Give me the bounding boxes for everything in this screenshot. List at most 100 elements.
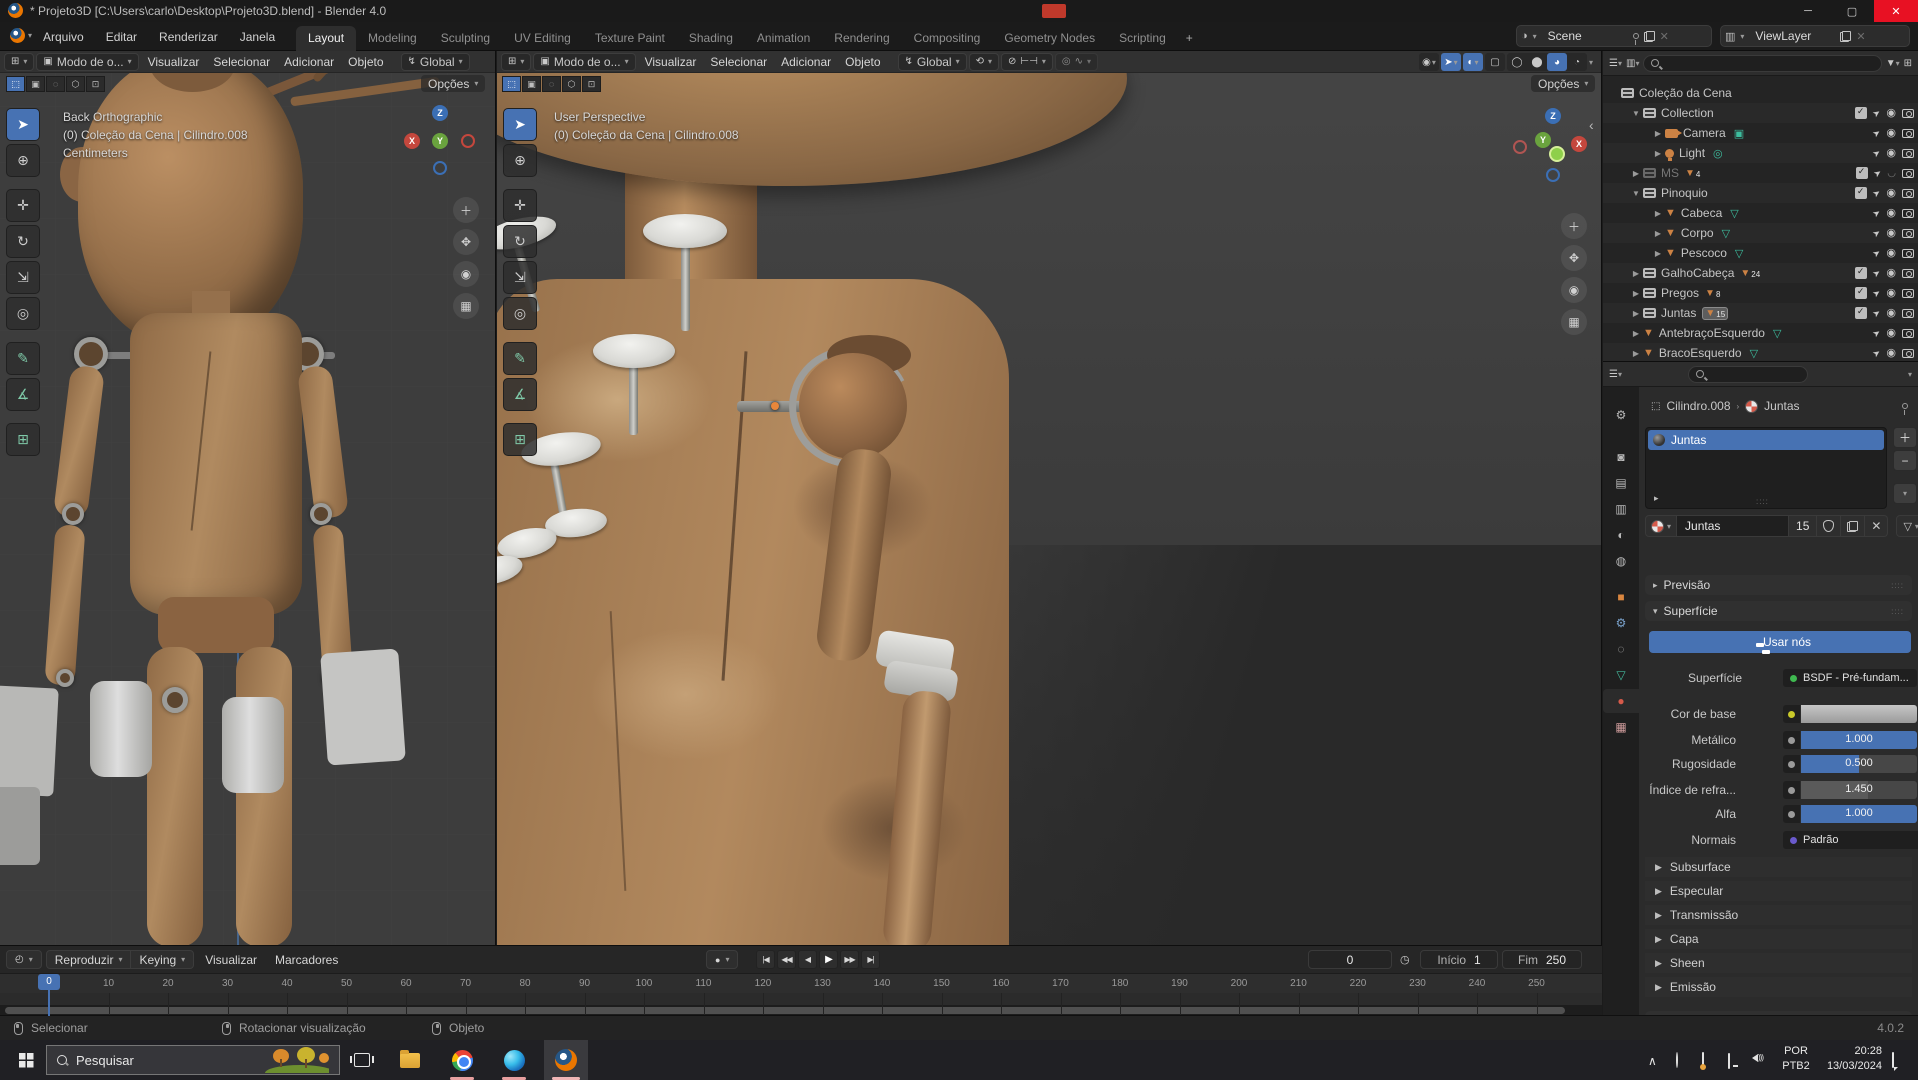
disclosure-icon[interactable]: ▶ (1629, 309, 1643, 318)
gizmos-toggle[interactable]: ➤ ▾ (1440, 53, 1461, 71)
checkbox-icon[interactable] (1854, 106, 1867, 119)
close-button[interactable]: ✕ (1874, 0, 1918, 22)
remove-slot-button[interactable]: − (1893, 450, 1917, 471)
rendered-shading-icon[interactable]: ◔ (1567, 53, 1587, 71)
checkbox-icon[interactable] (1854, 266, 1867, 279)
visibility-eye-icon[interactable]: ◉ (1886, 247, 1896, 259)
workspace-tab-layout[interactable]: Layout (296, 26, 357, 51)
auto-keying-toggle[interactable]: ● ▾ (706, 950, 739, 969)
play-button[interactable]: ▶ (819, 950, 838, 969)
lasso-select-icon[interactable]: ⬡ (66, 76, 85, 92)
viewlayer-name[interactable]: ViewLayer (1749, 29, 1835, 43)
scale-tool-icon[interactable]: ⇲ (503, 261, 537, 294)
camera-view-icon[interactable]: ◉ (1561, 277, 1587, 303)
render-visibility-icon[interactable] (1902, 188, 1914, 198)
selectable-icon[interactable]: ➤ (1870, 286, 1882, 299)
jump-to-end-button[interactable]: ▶| (861, 950, 880, 969)
frame-start-field[interactable]: Início 1 (1420, 950, 1498, 969)
viewlayer-selector[interactable]: ▥ ▾ ViewLayer ✕ (1720, 25, 1910, 47)
mode-dropdown[interactable]: ▣ Modo de o... ▾ (36, 52, 139, 71)
use-nodes-button[interactable]: Usar nós (1649, 631, 1911, 654)
move-tool-icon[interactable]: ✛ (503, 189, 537, 222)
playhead[interactable]: 0 (38, 974, 60, 990)
unlink-material-button[interactable]: ✕ (1865, 515, 1889, 537)
circle-select-icon[interactable]: ◌ (542, 76, 561, 92)
pin-id-icon[interactable] (1901, 403, 1908, 415)
overlays-toggle[interactable]: ◐ ▾ (1462, 53, 1483, 71)
timeline-scrollbar[interactable] (5, 1007, 1565, 1014)
chrome-button[interactable] (444, 1044, 480, 1076)
viewport-menu-adicionar[interactable]: Adicionar (774, 53, 838, 71)
3d-viewport-left[interactable]: ⊞ ▾ ▣ Modo de o... ▾ Visualizar Selecionar Ad… (0, 51, 496, 945)
workspace-tab-sculpting[interactable]: Sculpting (429, 26, 502, 51)
zoom-icon[interactable]: ＋ (453, 197, 479, 223)
selectable-icon[interactable]: ➤ (1871, 166, 1883, 179)
jump-to-start-button[interactable]: |◀ (756, 950, 775, 969)
snip-notification-icon[interactable] (1702, 1052, 1704, 1068)
timeline-editor-type[interactable]: ◴ ▾ (6, 950, 42, 969)
node-tree-button[interactable]: ▽ ▾ (1896, 515, 1918, 537)
box-select-icon[interactable]: ▣ (522, 76, 541, 92)
visibility-eye-icon[interactable]: ◉ (1886, 347, 1896, 359)
disclosure-icon[interactable]: ▶ (1651, 129, 1665, 138)
transform-tool-icon[interactable]: ◎ (6, 297, 40, 330)
mode-dropdown[interactable]: ▣ Modo de o... ▾ (533, 52, 636, 71)
slot-list-expand-icon[interactable]: ▸ (1654, 493, 1659, 504)
slider-alfa[interactable]: 1.000 (1801, 805, 1917, 823)
menubar-item-renderizar[interactable]: Renderizar (150, 27, 227, 47)
add-cube-tool-icon[interactable]: ⊞ (6, 423, 40, 456)
options-dropdown[interactable]: Opções ▾ (421, 75, 486, 92)
outliner-row-corpo[interactable]: ▶ ▼ Corpo ▽ ➤ ◉ (1603, 223, 1918, 243)
navigation-gizmo[interactable]: Z X Y (400, 103, 480, 183)
filter-icon[interactable]: ▼▾ (1886, 58, 1900, 69)
viewport-menu-selecionar[interactable]: Selecionar (206, 53, 277, 71)
properties-tab-object[interactable]: ■ (1603, 585, 1639, 609)
properties-tab-physics[interactable]: ◌ (1603, 637, 1639, 661)
properties-tab-material[interactable]: ● (1603, 689, 1639, 713)
subpanel-especular[interactable]: ▶ Especular (1645, 881, 1912, 901)
pan-hand-icon[interactable]: ✥ (453, 229, 479, 255)
action-center-icon[interactable] (1892, 1052, 1894, 1068)
volume-icon[interactable] (1752, 1053, 1763, 1062)
editor-type-button[interactable]: ⊞ ▾ (501, 52, 532, 71)
axis-y-center[interactable] (1549, 146, 1565, 162)
visibility-eye-icon[interactable]: ◉ (1886, 227, 1896, 239)
scene-selector[interactable]: ◑ ▾ Scene ✕ (1516, 25, 1712, 47)
checkbox-icon[interactable] (1854, 186, 1867, 199)
annotate-tool-icon[interactable]: ✎ (503, 342, 537, 375)
orientation-dropdown[interactable]: ↯ Global ▾ (897, 52, 967, 71)
outliner-row-cabeca[interactable]: ▶ ▼ Cabeca ▽ ➤ ◉ (1603, 203, 1918, 223)
workspace-tab-geometry-nodes[interactable]: Geometry Nodes (992, 26, 1107, 51)
render-visibility-icon[interactable] (1902, 348, 1914, 358)
visibility-eye-icon[interactable]: ◉ (1886, 207, 1896, 219)
file-explorer-button[interactable] (392, 1044, 428, 1076)
grid-ortho-icon[interactable]: ▦ (1561, 309, 1587, 335)
visibility-eye-icon[interactable]: ◉ (1886, 307, 1896, 319)
visibility-eye-icon[interactable]: ◉ (1886, 107, 1896, 119)
outliner-row-pescoco[interactable]: ▶ ▼ Pescoco ▽ ➤ ◉ (1603, 243, 1918, 263)
view-menu[interactable]: Visualizar (198, 951, 264, 969)
axis-y[interactable]: Y (432, 133, 448, 149)
subpanel-subsurface[interactable]: ▶ Subsurface (1645, 857, 1912, 877)
new-collection-icon[interactable]: ⊞ (1904, 58, 1912, 69)
tweak-select-icon[interactable]: ⬚ (502, 76, 521, 92)
viewport-menu-objeto[interactable]: Objeto (341, 53, 390, 71)
outliner-row-ms[interactable]: ▶MS▼4➤◡ (1603, 163, 1918, 183)
axis-z-neg[interactable] (433, 161, 447, 175)
outliner-row-pinoquio[interactable]: ▼Pinoquio➤◉ (1603, 183, 1918, 203)
outliner-row-bracoesquerdo[interactable]: ▶ ▼ BracoEsquerdo ▽ ➤ ◉ (1603, 343, 1918, 361)
viewport-menu-adicionar[interactable]: Adicionar (277, 53, 341, 71)
delete-scene-icon[interactable]: ✕ (1660, 30, 1669, 43)
axis-y[interactable]: Y (1535, 132, 1551, 148)
outliner-row-pregos[interactable]: ▶Pregos▼8➤◉ (1603, 283, 1918, 303)
render-visibility-icon[interactable] (1902, 128, 1914, 138)
fake-user-button[interactable] (1817, 515, 1842, 537)
proportional-edit-dropdown[interactable]: ◎ ∿ ▾ (1054, 52, 1098, 71)
maximize-button[interactable]: ▢ (1830, 0, 1874, 22)
lasso-select-icon[interactable]: ⬡ (562, 76, 581, 92)
material-name-field[interactable]: Juntas (1677, 515, 1790, 537)
cursor-tool-icon[interactable]: ⊕ (6, 144, 40, 177)
markers-menu[interactable]: Marcadores (268, 951, 345, 969)
axis-x-neg[interactable] (1513, 140, 1527, 154)
properties-tab-output[interactable]: ▤ (1603, 471, 1639, 495)
